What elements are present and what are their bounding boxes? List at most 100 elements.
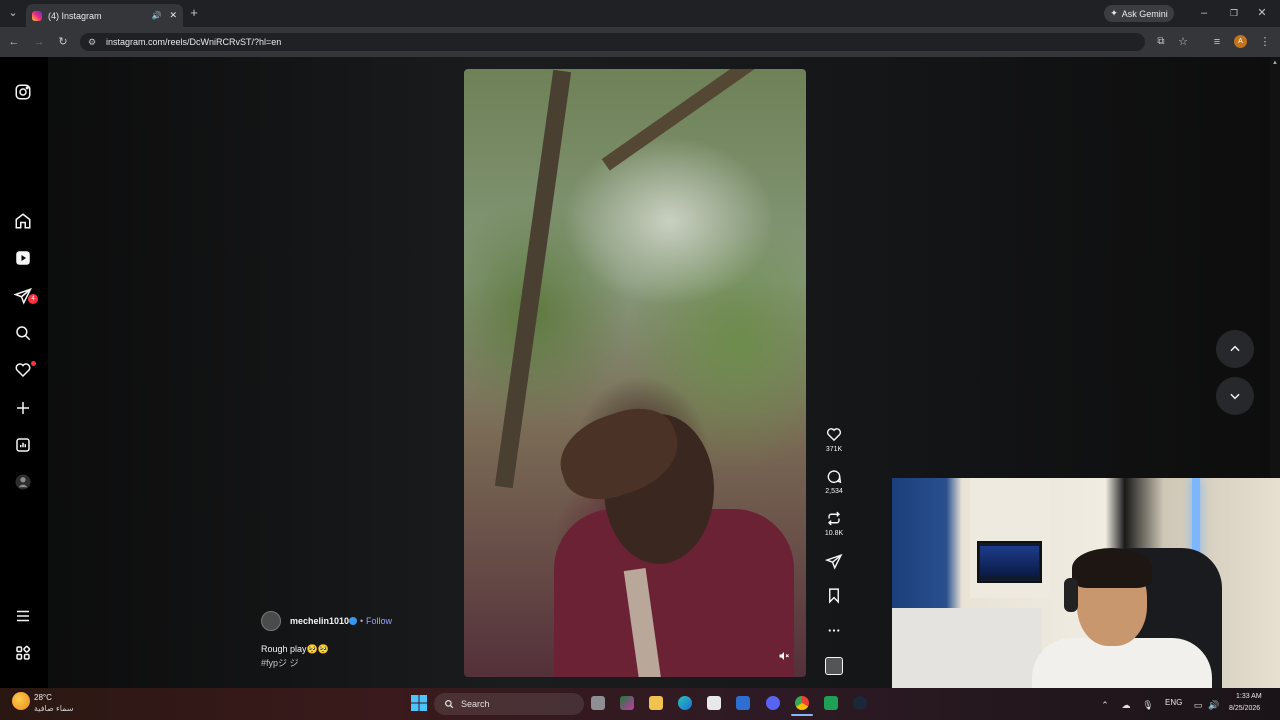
home-icon[interactable] xyxy=(14,212,34,232)
taskbar-search-icon xyxy=(445,700,454,709)
save-button[interactable] xyxy=(818,587,850,604)
search-icon[interactable] xyxy=(14,324,34,344)
previous-reel-button[interactable] xyxy=(1216,330,1254,368)
url-text: instagram.com/reels/DcWniRCRvST/?hl=en xyxy=(106,37,282,47)
author-username[interactable]: mechelin1010 xyxy=(290,616,349,626)
dashboard-icon[interactable] xyxy=(14,436,34,456)
mail-app-icon[interactable] xyxy=(736,696,750,710)
instagram-favicon-icon xyxy=(32,10,42,21)
like-button[interactable]: 371K xyxy=(818,426,850,453)
follow-separator: • xyxy=(360,616,364,626)
tab-audio-icon[interactable]: 🔊 xyxy=(151,11,161,20)
ask-gemini-label: Ask Gemini xyxy=(1121,8,1168,19)
url-omnibox[interactable]: ⚙ instagram.com/reels/DcWniRCRvST/?hl=en xyxy=(80,33,1145,51)
chrome-active-indicator xyxy=(791,714,813,716)
weather-icon[interactable] xyxy=(12,692,30,710)
notifications-heart-icon[interactable] xyxy=(14,361,36,381)
taskbar-clock-time[interactable]: 1:33 AM xyxy=(1236,693,1262,700)
share-send-icon xyxy=(825,553,843,570)
scrollbar-up-arrow-icon[interactable]: ▲ xyxy=(1270,60,1280,68)
install-app-icon[interactable]: ⧉ xyxy=(1153,34,1169,50)
more-options-button[interactable] xyxy=(818,622,850,639)
reading-list-icon[interactable]: ≡ xyxy=(1209,34,1225,50)
tab-title: (4) Instagram xyxy=(48,10,102,21)
windows-taskbar xyxy=(0,688,1280,720)
display-tray-icon[interactable]: ▭ xyxy=(1190,697,1206,713)
share-button[interactable] xyxy=(818,553,850,570)
follow-button[interactable]: Follow xyxy=(366,616,392,626)
verified-badge-icon xyxy=(349,617,357,625)
chevron-down-icon xyxy=(1230,393,1240,400)
windows-start-icon[interactable] xyxy=(411,695,427,711)
taskbar-clock-date[interactable]: 8/25/2026 xyxy=(1229,705,1260,712)
window-close-icon[interactable]: ✕ xyxy=(1254,5,1270,21)
menu-kebab-icon[interactable]: ⋮ xyxy=(1257,34,1273,50)
back-icon[interactable]: ← xyxy=(6,34,22,50)
chrome-browser-icon[interactable] xyxy=(795,696,809,710)
file-explorer-icon[interactable] xyxy=(649,696,663,710)
ask-gemini-button[interactable]: ✦ Ask Gemini xyxy=(1104,5,1174,22)
taskbar-search-placeholder: Search xyxy=(461,699,490,709)
webcam-bed xyxy=(892,608,1042,696)
reels-icon[interactable] xyxy=(14,249,34,269)
webcam-overlay xyxy=(892,478,1280,696)
webcam-person-hair xyxy=(1072,548,1152,588)
mute-toggle-icon[interactable] xyxy=(778,650,790,662)
reload-icon[interactable]: ↻ xyxy=(55,34,71,50)
like-count: 371K xyxy=(825,446,843,453)
bookmark-icon xyxy=(829,588,839,604)
edge-browser-icon[interactable] xyxy=(678,696,692,710)
profile-avatar[interactable]: A xyxy=(1234,35,1247,48)
tab-close-icon[interactable]: ✕ xyxy=(169,10,177,21)
repost-button[interactable]: 10.8K xyxy=(818,510,850,537)
tab-search-icon[interactable]: ⌄ xyxy=(5,5,21,21)
minimize-icon[interactable]: – xyxy=(1196,5,1212,21)
audio-thumbnail[interactable] xyxy=(825,657,843,675)
also-from-meta-icon[interactable] xyxy=(14,644,34,664)
profile-avatar-icon[interactable] xyxy=(14,473,34,493)
microsoft-store-icon[interactable] xyxy=(707,696,721,710)
tree-trunk xyxy=(494,69,572,489)
browser-tab-instagram[interactable]: (4) Instagram 🔊 ✕ xyxy=(26,4,183,27)
heart-icon xyxy=(826,428,842,442)
comment-icon xyxy=(827,470,842,484)
repost-count: 10.8K xyxy=(824,530,844,537)
forward-icon[interactable]: → xyxy=(31,34,47,50)
tree-branch xyxy=(601,69,806,171)
repost-icon xyxy=(828,511,840,526)
messages-badge: 4 xyxy=(28,294,38,304)
steam-icon[interactable] xyxy=(853,696,867,710)
discord-icon[interactable] xyxy=(766,696,780,710)
reel-caption: Rough play🥺🥺 xyxy=(261,644,329,654)
volume-tray-icon[interactable]: 🔊 xyxy=(1206,697,1222,713)
reel-hashtag[interactable]: #fypジ ジ xyxy=(261,656,299,669)
instagram-logo-icon[interactable] xyxy=(14,83,34,103)
show-hidden-icons-chevron-icon[interactable]: ⌃ xyxy=(1097,697,1113,713)
more-menu-icon[interactable] xyxy=(14,607,34,627)
input-language[interactable]: ENG xyxy=(1165,698,1182,707)
create-plus-icon[interactable] xyxy=(14,399,34,419)
messages-icon[interactable]: 4 xyxy=(14,287,38,307)
comment-button[interactable]: 2,534 xyxy=(818,468,850,495)
weather-temperature[interactable]: 28°C xyxy=(34,693,52,702)
taskbar-search[interactable]: Search xyxy=(434,693,584,715)
chevron-up-icon xyxy=(1230,345,1240,352)
microphone-tray-icon[interactable]: 🎙 xyxy=(1140,697,1156,713)
task-view-icon[interactable] xyxy=(591,696,605,710)
next-reel-button[interactable] xyxy=(1216,377,1254,415)
network-tray-icon[interactable]: ☁ xyxy=(1118,697,1134,713)
site-info-icon[interactable]: ⚙ xyxy=(84,34,100,50)
author-avatar[interactable] xyxy=(261,611,281,631)
more-dots-icon xyxy=(828,629,840,632)
comment-count: 2,534 xyxy=(825,488,843,495)
reel-video[interactable] xyxy=(464,69,806,677)
widgets-app-icon[interactable] xyxy=(620,696,634,710)
weather-condition[interactable]: سماء صافية xyxy=(34,704,74,713)
new-tab-icon[interactable]: + xyxy=(186,5,202,21)
gemini-sparkle-icon: ✦ xyxy=(1110,8,1118,18)
webcam-tv-screen xyxy=(980,546,1039,576)
green-app-icon[interactable] xyxy=(824,696,838,710)
bookmark-star-icon[interactable]: ☆ xyxy=(1175,34,1191,50)
webcam-headset xyxy=(1064,578,1078,612)
maximize-icon[interactable]: ❐ xyxy=(1226,5,1242,21)
